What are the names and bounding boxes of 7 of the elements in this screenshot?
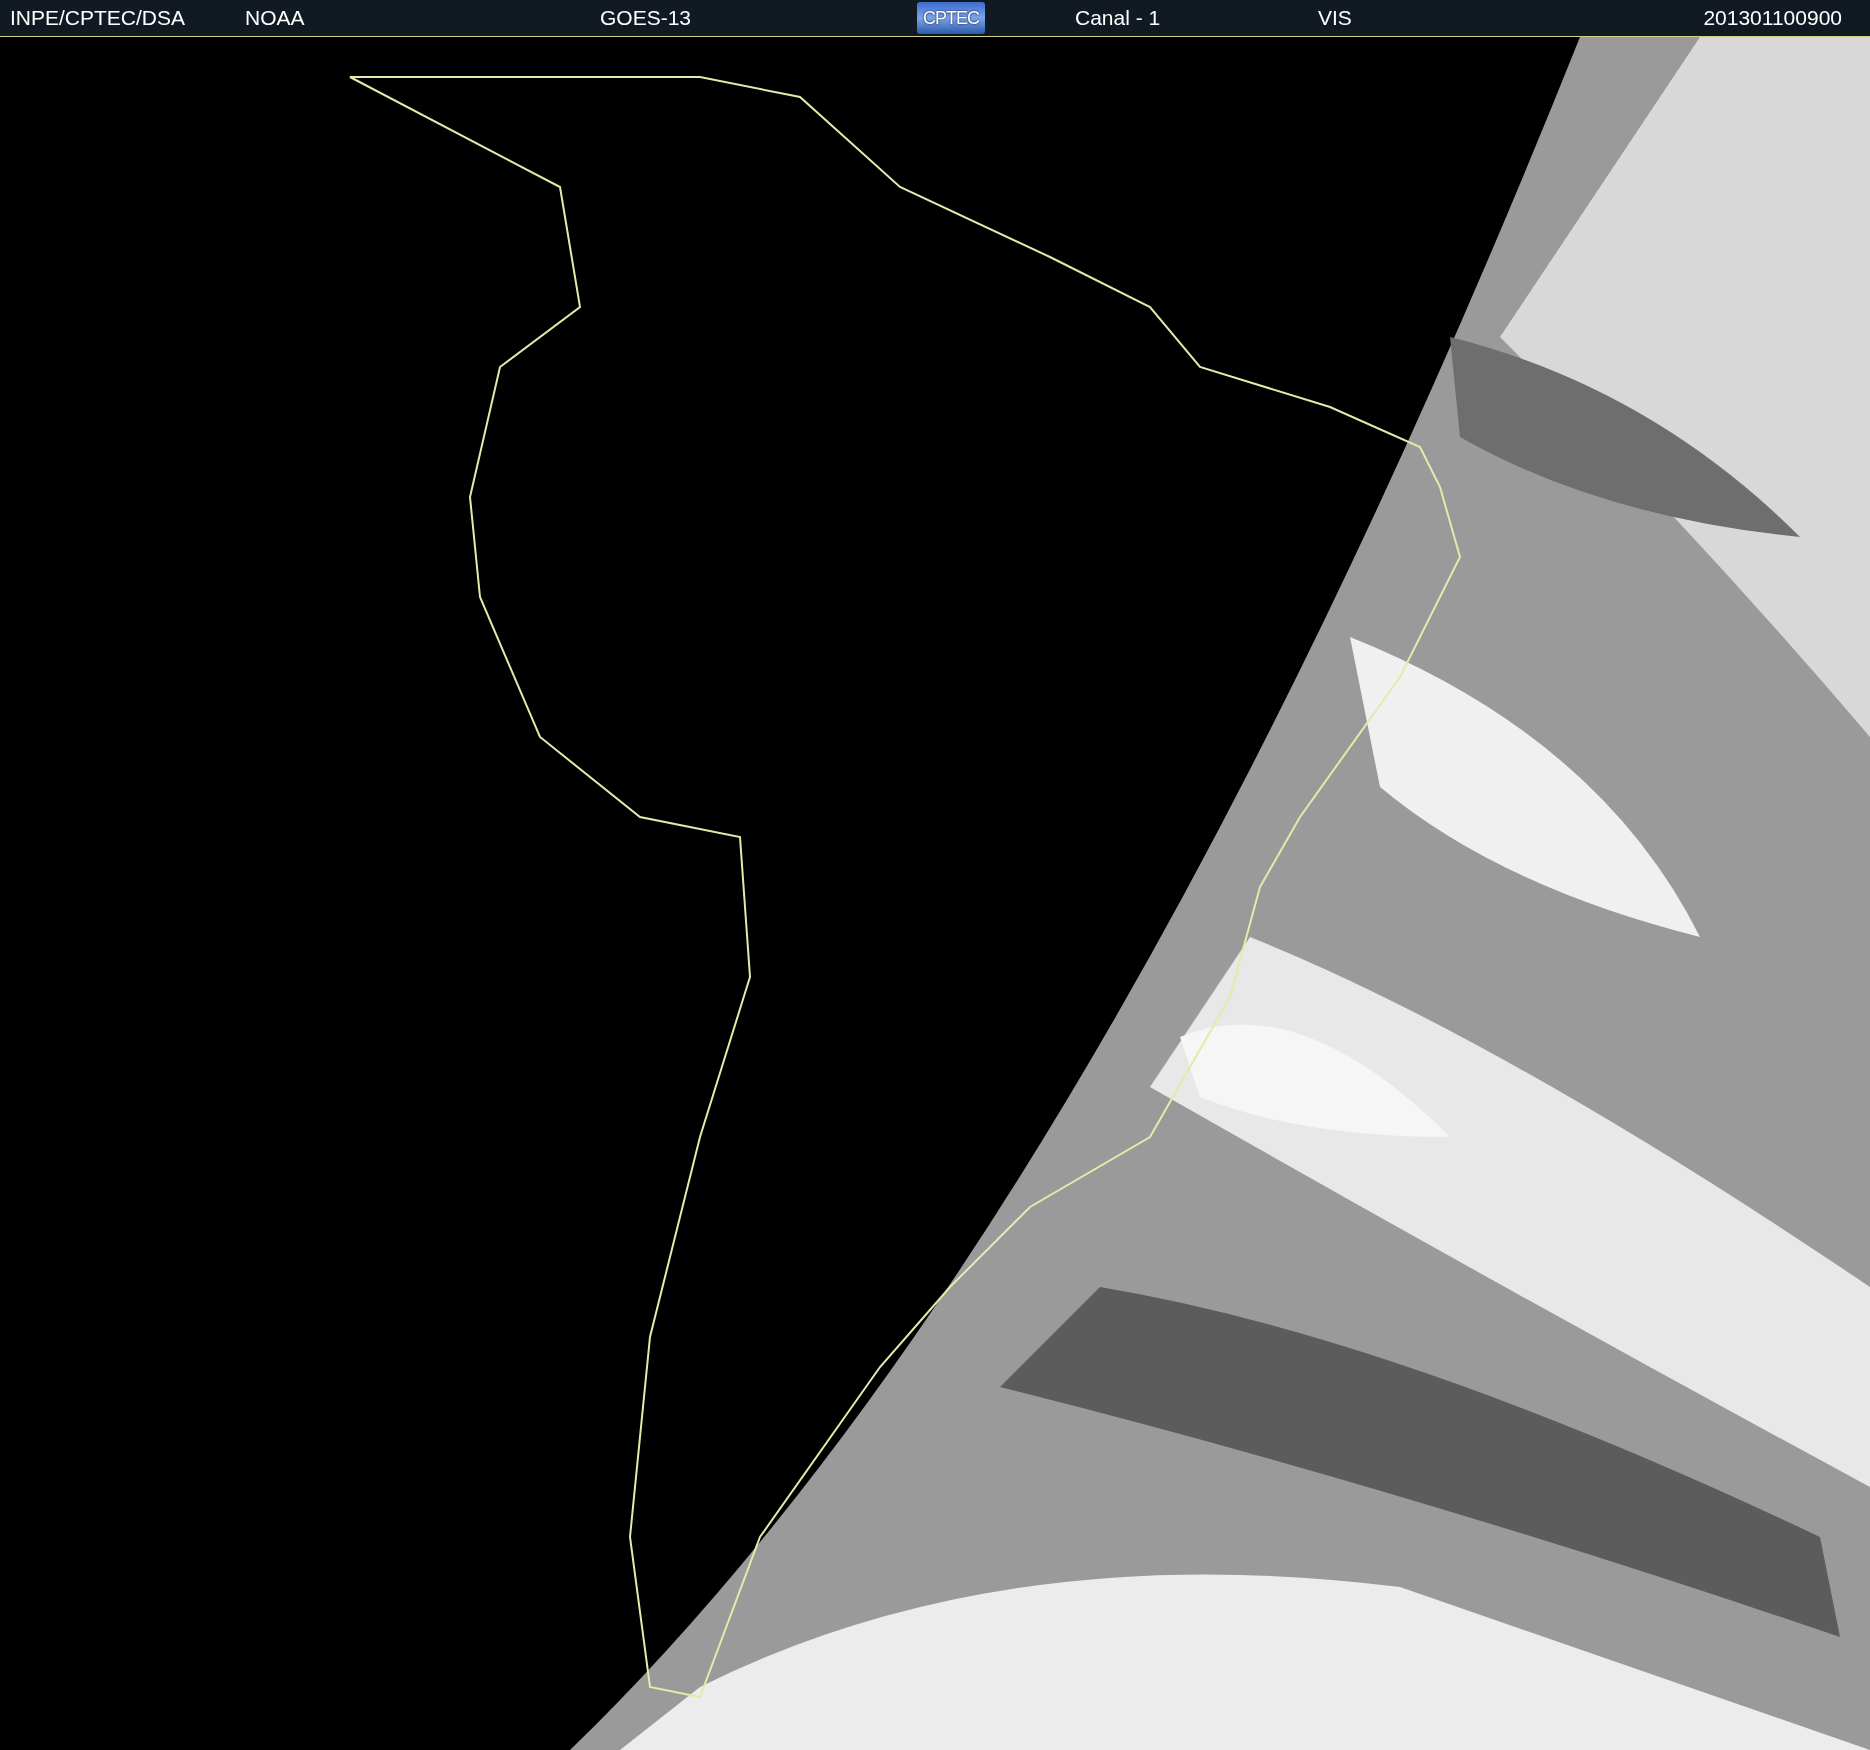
band-label: VIS xyxy=(1318,6,1352,30)
satellite-label: GOES-13 xyxy=(600,6,692,30)
channel-label: Canal - 1 xyxy=(1075,6,1161,30)
timestamp-label: 201301100900 xyxy=(1703,6,1842,30)
agency-label: NOAA xyxy=(245,6,305,30)
logo: CPTEC xyxy=(917,2,985,34)
source-label: INPE/CPTEC/DSA xyxy=(10,6,186,30)
